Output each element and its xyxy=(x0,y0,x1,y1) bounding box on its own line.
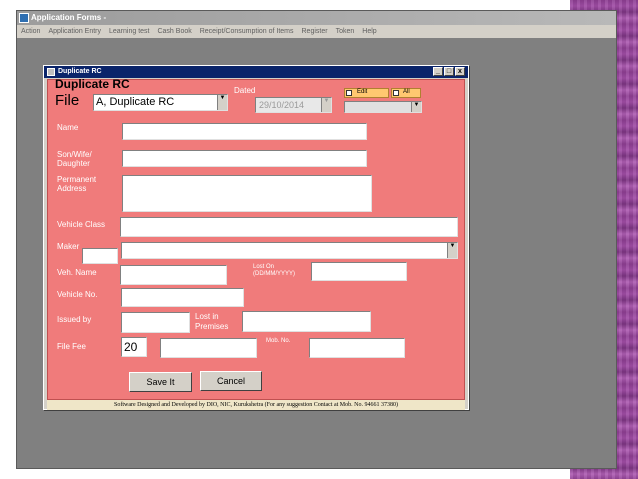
dated-value: 29/10/2014 xyxy=(259,100,305,110)
veh-name-label: Veh. Name xyxy=(57,268,97,277)
vehicle-no-input[interactable] xyxy=(121,288,244,307)
dated-field[interactable]: 29/10/2014 ▼ xyxy=(255,97,332,113)
maker-label: Maker xyxy=(57,242,80,251)
maker-code-input[interactable] xyxy=(82,248,118,264)
all-checkbox[interactable]: All xyxy=(391,88,421,98)
file-fee-input[interactable]: 20 xyxy=(121,337,147,357)
maximize-icon[interactable]: □ xyxy=(444,67,454,76)
menu-token[interactable]: Token xyxy=(332,25,359,38)
lost-in-label: Lost in Premises xyxy=(195,312,229,331)
relation-input[interactable] xyxy=(122,150,367,167)
mob-input[interactable] xyxy=(309,338,405,358)
form-title: Duplicate RC xyxy=(58,68,102,75)
edit-combo[interactable]: ▼ xyxy=(344,101,422,113)
form-heading: Duplicate RC xyxy=(55,77,130,91)
checkbox-icon xyxy=(346,90,352,96)
all-label: All xyxy=(403,89,410,95)
app-titlebar: Application Forms - xyxy=(17,11,616,25)
menu-action[interactable]: Action xyxy=(17,25,44,38)
desktop: Application Forms - Action Application En… xyxy=(0,0,638,479)
vehicle-no-label: Vehicle No. xyxy=(57,290,98,299)
save-button[interactable]: Save It xyxy=(129,372,192,392)
address-label: Permanent Address xyxy=(57,175,97,193)
footer-credits: Software Designed and Developed by DIO, … xyxy=(47,400,465,410)
issued-by-label: Issued by xyxy=(57,315,92,324)
name-input[interactable] xyxy=(122,123,367,140)
form-icon xyxy=(47,68,55,76)
address-input[interactable] xyxy=(122,175,372,212)
file-label: File xyxy=(55,92,80,109)
close-icon[interactable]: x xyxy=(455,67,465,76)
veh-name-input[interactable] xyxy=(120,265,227,285)
relation-label: Son/Wife/ Daughter xyxy=(57,150,92,168)
dropdown-arrow-icon[interactable]: ▼ xyxy=(217,95,227,110)
checkbox-icon xyxy=(393,90,399,96)
name-label: Name xyxy=(57,123,79,132)
form-panel: Duplicate RC File A, Duplicate RC ▼ Date… xyxy=(47,77,465,400)
app-icon xyxy=(19,13,29,23)
vehicle-class-input[interactable] xyxy=(120,217,458,237)
menu-cash-book[interactable]: Cash Book xyxy=(153,25,195,38)
edit-label: Edit xyxy=(357,89,368,95)
menu-help[interactable]: Help xyxy=(358,25,380,38)
menu-application-entry[interactable]: Application Entry xyxy=(44,25,105,38)
file-fee-label: File Fee xyxy=(57,342,86,351)
vehicle-class-label: Vehicle Class xyxy=(57,220,106,229)
lost-on-label: Lost On (DD/MM/YYYY) xyxy=(253,264,295,277)
file-value: A, Duplicate RC xyxy=(96,96,175,108)
app-window: Application Forms - Action Application En… xyxy=(16,10,617,469)
minimize-icon[interactable]: _ xyxy=(433,67,443,76)
menu-learning-test[interactable]: Learning test xyxy=(105,25,153,38)
cancel-button[interactable]: Cancel xyxy=(200,371,262,391)
dropdown-arrow-icon[interactable]: ▼ xyxy=(447,243,457,258)
dated-label: Dated xyxy=(234,86,256,95)
mob-label: Mob. No. xyxy=(266,338,291,344)
lost-on-input[interactable] xyxy=(311,262,407,281)
dropdown-arrow-icon[interactable]: ▼ xyxy=(411,102,421,112)
app-title: Application Forms - xyxy=(31,13,107,22)
file-fee-value: 20 xyxy=(124,340,138,354)
dropdown-arrow-icon[interactable]: ▼ xyxy=(321,98,331,112)
menu-register[interactable]: Register xyxy=(298,25,332,38)
file-fee-extra-input[interactable] xyxy=(160,338,257,358)
file-combo[interactable]: A, Duplicate RC ▼ xyxy=(93,94,228,111)
maker-combo[interactable]: ▼ xyxy=(121,242,458,259)
issued-by-input[interactable] xyxy=(121,312,190,333)
edit-checkbox[interactable]: Edit xyxy=(344,88,389,98)
menubar: Action Application Entry Learning test Cash… xyxy=(17,25,616,38)
menu-receipt-consumption[interactable]: Receipt/Consumption of Items xyxy=(196,25,298,38)
lost-in-input[interactable] xyxy=(242,311,371,332)
duplicate-rc-window: Duplicate RC _ □ x Duplicate RC File A, … xyxy=(43,65,469,410)
